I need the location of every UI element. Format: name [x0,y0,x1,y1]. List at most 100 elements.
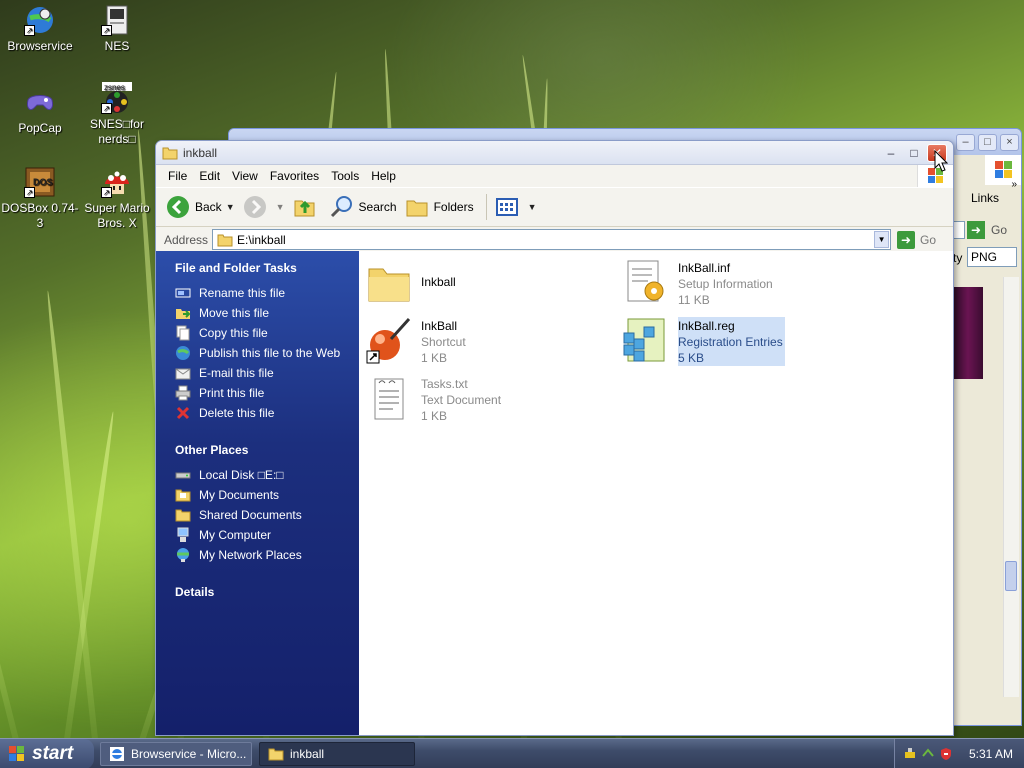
bg-close-button[interactable]: × [1000,134,1019,151]
print-icon [175,385,191,401]
taskbar-item-browservice[interactable]: Browservice - Micro... [100,742,252,766]
shared-documents-icon [175,507,191,523]
toolbar-separator [485,194,487,220]
views-button[interactable]: ▼ [495,195,537,219]
sync-icon[interactable] [921,747,935,761]
address-dropdown-button[interactable]: ▼ [874,231,890,248]
file-type: Shortcut [421,335,466,349]
my-documents-icon [175,487,191,503]
file-item-selected[interactable]: InkBall.reg Registration Entries 5 KB [622,317,785,366]
bg-links-area[interactable]: Links » [953,155,1021,225]
bg-scrollbar-thumb[interactable] [1005,561,1017,591]
setup-info-icon [622,259,670,307]
my-documents-link[interactable]: My Documents [175,487,359,503]
search-button[interactable]: Search [330,195,397,219]
back-button[interactable]: Back ▼ [166,195,235,219]
svg-text:zsnes: zsnes [104,83,125,92]
toolbar: Back ▼ ▼ Search Folders ▼ [156,187,953,227]
clock[interactable]: 5:31 AM [969,747,1013,761]
text-document-icon [365,375,413,423]
desktop-icon-dosbox[interactable]: DOS ↗ DOSBox 0.74-3 [1,166,79,231]
bg-scrollbar[interactable] [1003,277,1019,697]
start-button[interactable]: start [0,739,94,768]
desktop-icon-label: Super Mario Bros. X [84,201,150,230]
window-titlebar[interactable]: inkball – □ ✕ [156,141,953,165]
menu-view[interactable]: View [226,169,264,183]
address-field[interactable]: ▼ [212,229,892,250]
menu-bar: File Edit View Favorites Tools Help [156,165,953,187]
inkball-shortcut-icon [365,317,413,365]
shared-documents-link[interactable]: Shared Documents [175,507,359,523]
bg-format-select[interactable]: ty PNG [953,247,1021,269]
details-heading[interactable]: Details [175,585,359,599]
security-shield-icon[interactable] [939,747,953,761]
chevron-down-icon[interactable]: ▼ [226,202,235,212]
file-size: 5 KB [678,351,705,365]
folders-button[interactable]: Folders [405,195,474,219]
mouse-cursor-icon [934,149,949,172]
chevron-right-icon[interactable]: » [1011,179,1017,190]
taskbar-item-inkball[interactable]: inkball [259,742,415,766]
menu-edit[interactable]: Edit [193,169,226,183]
desktop-icon-browservice[interactable]: ↗ Browservice [1,4,79,54]
copy-file-link[interactable]: Copy this file [175,325,359,341]
details-section: Details [175,585,359,599]
up-folder-icon [293,195,317,219]
chevron-down-icon[interactable]: ▼ [276,202,285,212]
menu-tools[interactable]: Tools [325,169,365,183]
menu-file[interactable]: File [162,169,193,183]
up-folder-button[interactable] [293,195,322,219]
back-arrow-icon [166,195,190,219]
explorer-window[interactable]: inkball – □ ✕ File Edit View Favorites T… [155,140,954,736]
desktop-icon-label: NES [104,39,130,53]
file-item[interactable]: Inkball [365,259,456,307]
move-icon [175,305,191,321]
ie-icon [110,747,124,761]
maximize-button[interactable]: □ [904,144,924,162]
bg-links-label[interactable]: Links [971,191,999,205]
file-name: InkBall.inf [678,261,731,275]
go-button[interactable]: ➜ Go [897,230,936,249]
publish-file-link[interactable]: Publish this file to the Web [175,345,359,361]
desktop-icon-nes[interactable]: ↗ NES [78,4,156,54]
windows-flag-icon [9,746,24,761]
menu-help[interactable]: Help [365,169,402,183]
desktop-icon-mario[interactable]: ↗ Super Mario Bros. X [78,166,156,231]
chevron-down-icon[interactable]: ▼ [528,202,537,212]
bg-minimize-button[interactable]: – [956,134,975,151]
move-file-link[interactable]: Move this file [175,305,359,321]
file-folder-tasks-heading[interactable]: File and Folder Tasks [175,261,359,275]
folder-icon [217,234,233,246]
browservice-icon: ↗ [24,4,56,36]
bg-go-button[interactable]: ➜ Go [953,219,1021,243]
file-item[interactable]: InkBall Shortcut 1 KB [365,317,466,366]
local-disk-link[interactable]: Local Disk □E:□ [175,467,359,483]
file-item[interactable]: Tasks.txt Text Document 1 KB [365,375,501,424]
views-icon [495,195,519,219]
bg-maximize-button[interactable]: □ [978,134,997,151]
delete-file-link[interactable]: Delete this file [175,405,359,421]
popcap-icon [24,86,56,118]
menu-favorites[interactable]: Favorites [264,169,325,183]
file-size: 11 KB [678,293,710,307]
desktop-icon-snes[interactable]: zsnes ↗ SNES□for nerds□ [78,82,156,147]
file-list[interactable]: Inkball InkBall.inf Setup Information 11… [359,251,953,735]
network-places-link[interactable]: My Network Places [175,547,359,563]
print-file-link[interactable]: Print this file [175,385,359,401]
other-places: Other Places Local Disk □E:□ My Document… [175,443,359,563]
rename-file-link[interactable]: Rename this file [175,285,359,301]
network-icon[interactable] [903,747,917,761]
address-input[interactable] [237,232,858,247]
desktop-icon-label: SNES□for nerds□ [90,117,144,146]
forward-arrow-icon [243,195,267,219]
desktop-icon-label: Browservice [7,39,73,53]
email-file-link[interactable]: E-mail this file [175,365,359,381]
minimize-button[interactable]: – [881,144,901,162]
file-item[interactable]: InkBall.inf Setup Information 11 KB [622,259,773,308]
my-computer-link[interactable]: My Computer [175,527,359,543]
desktop-icon-popcap[interactable]: PopCap [1,86,79,136]
folders-icon [405,195,429,219]
email-icon [175,365,191,381]
forward-button[interactable]: ▼ [243,195,285,219]
other-places-heading[interactable]: Other Places [175,443,359,457]
